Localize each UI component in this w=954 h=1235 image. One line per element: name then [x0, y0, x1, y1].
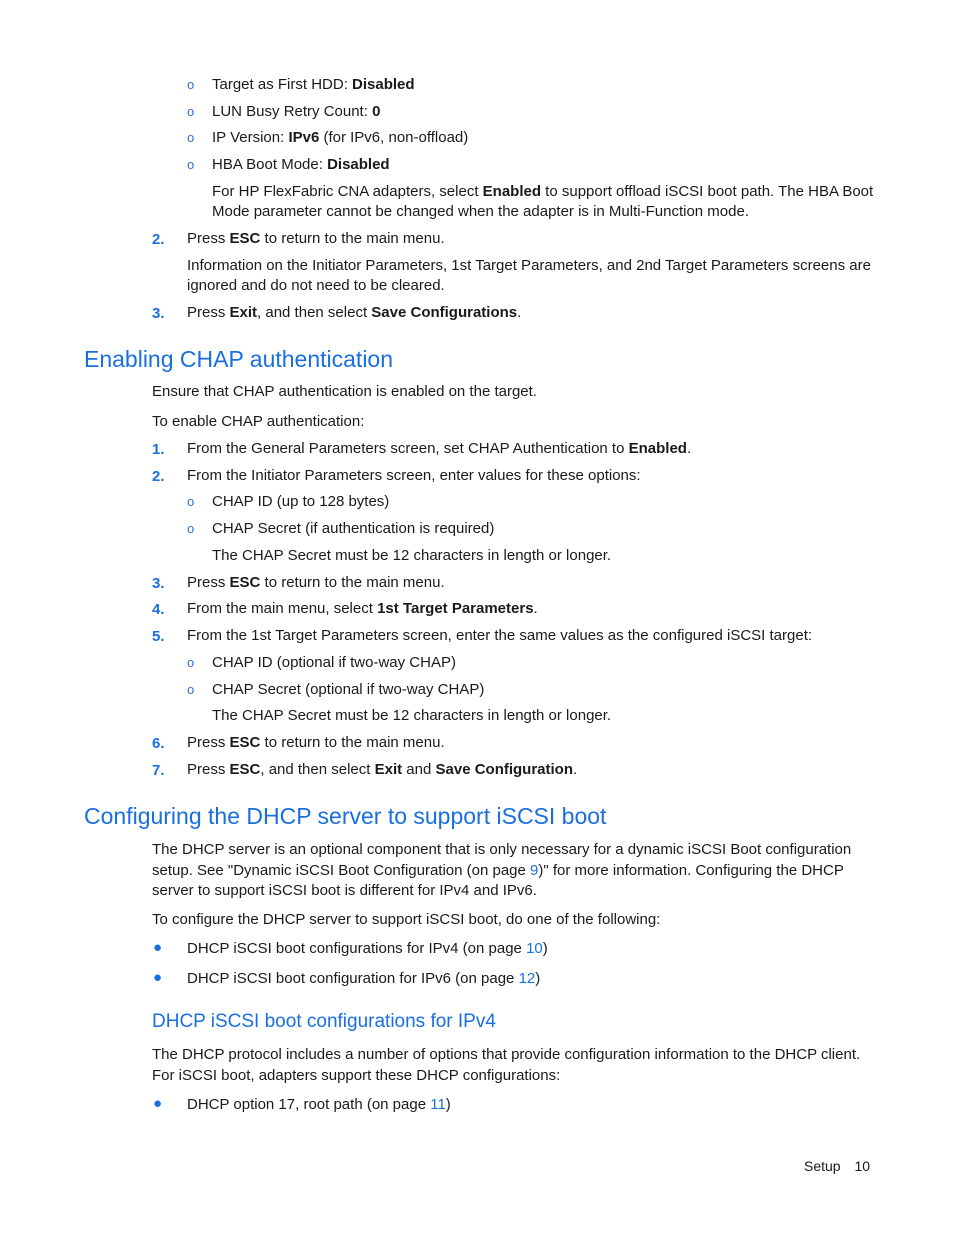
bullet-text: DHCP iSCSI boot configuration for IPv6 (… [187, 970, 519, 987]
bullet-text: ) [535, 970, 541, 987]
step-text: From the main menu, select [187, 600, 378, 617]
step-text: From the General Parameters screen, set … [187, 440, 629, 457]
page-footer: Setup 10 [804, 1158, 870, 1174]
step-bold: ESC [229, 734, 261, 751]
bullet-dot-icon: ● [153, 939, 163, 956]
note-text: Mode parameter cannot be changed when th… [212, 203, 749, 220]
item-label: LUN Busy Retry Count: [212, 103, 373, 120]
step-number: 6. [152, 735, 165, 752]
note-text: Information on the Initiator Parameters,… [187, 257, 871, 274]
sub-text: CHAP ID (optional if two-way CHAP) [212, 654, 456, 671]
step-text: From the Initiator Parameters screen, en… [187, 467, 641, 484]
step-text: , and then select [257, 304, 372, 321]
circle-bullet-icon: o [187, 521, 195, 536]
note-bold: Enabled [482, 183, 542, 200]
paragraph: To configure the DHCP server to support … [152, 911, 661, 928]
step-text: to return to the main menu. [260, 230, 445, 247]
note-text: For HP FlexFabric CNA adapters, select [212, 183, 483, 200]
dhcp-paragraph: The DHCP server is an optional component… [152, 840, 872, 902]
circle-bullet-icon: o [187, 77, 195, 92]
bullet-dot-icon: ● [153, 969, 163, 986]
step-bold: 1st Target Parameters [377, 600, 534, 617]
note-text: ignored and do not need to be cleared. [187, 277, 445, 294]
item-value: IPv6 [288, 129, 320, 146]
secret-note: The CHAP Secret must be 12 characters in… [212, 707, 612, 724]
page-number: 10 [854, 1158, 871, 1174]
paragraph: Ensure that CHAP authentication is enabl… [152, 383, 537, 400]
sub-text: CHAP Secret (optional if two-way CHAP) [212, 681, 485, 698]
circle-bullet-icon: o [187, 682, 195, 697]
note-text: to support offload iSCSI boot path. The … [541, 183, 874, 200]
circle-bullet-icon: o [187, 130, 195, 145]
page-link[interactable]: 12 [519, 970, 536, 987]
circle-bullet-icon: o [187, 494, 195, 509]
step-text: to return to the main menu. [260, 734, 445, 751]
item-label: Target as First HDD: [212, 76, 353, 93]
circle-bullet-icon: o [187, 655, 195, 670]
section-heading-chap: Enabling CHAP authentication [84, 346, 394, 372]
step-text: to return to the main menu. [260, 574, 445, 591]
step-bold: ESC [229, 574, 261, 591]
step-number: 3. [152, 305, 165, 322]
step-number: 1. [152, 441, 165, 458]
footer-section: Setup [804, 1158, 841, 1174]
paragraph: To enable CHAP authentication: [152, 413, 365, 430]
subsection-heading-ipv4: DHCP iSCSI boot configurations for IPv4 [152, 1011, 496, 1032]
step-bold: ESC [229, 230, 261, 247]
step-text: . [517, 304, 522, 321]
step-number: 5. [152, 628, 165, 645]
step-text: Press [187, 734, 230, 751]
item-value: 0 [372, 103, 381, 120]
step-text: Press [187, 304, 230, 321]
step-bold: Enabled [628, 440, 687, 457]
step-text: Press [187, 761, 230, 778]
item-label: IP Version: [212, 129, 289, 146]
step-bold: Exit [229, 304, 258, 321]
step-bold: Save Configurations [371, 304, 518, 321]
circle-bullet-icon: o [187, 104, 195, 119]
bullet-text: ) [542, 940, 548, 957]
secret-note: The CHAP Secret must be 12 characters in… [212, 547, 612, 564]
item-value: Disabled [352, 76, 415, 93]
bullet-text: DHCP option 17, root path (on page [187, 1096, 431, 1113]
step-text: . [533, 600, 538, 617]
item-label: HBA Boot Mode: [212, 156, 328, 173]
step-text: Press [187, 574, 230, 591]
section-heading-dhcp: Configuring the DHCP server to support i… [84, 803, 607, 829]
bullet-text: ) [445, 1096, 451, 1113]
step-text: From the 1st Target Parameters screen, e… [187, 627, 813, 644]
step-number: 3. [152, 575, 165, 592]
step-bold: ESC [229, 761, 261, 778]
page-link[interactable]: 10 [526, 940, 543, 957]
sub-text: CHAP Secret (if authentication is requir… [212, 520, 495, 537]
item-value: Disabled [327, 156, 390, 173]
bullet-text: DHCP iSCSI boot configurations for IPv4 … [187, 940, 527, 957]
step-bold: Exit [374, 761, 403, 778]
bullet-dot-icon: ● [153, 1095, 163, 1112]
ipv4-paragraph: The DHCP protocol includes a number of o… [152, 1046, 861, 1084]
step-bold: Save Configuration [435, 761, 574, 778]
step-text: , and then select [260, 761, 375, 778]
item-suffix: (for IPv6, non-offload) [319, 129, 469, 146]
step-number: 2. [152, 468, 165, 485]
circle-bullet-icon: o [187, 157, 195, 172]
step-text: . [686, 440, 692, 457]
step-text: . [573, 761, 578, 778]
step-number: 7. [152, 762, 165, 779]
step-text: Press [187, 230, 230, 247]
step-number: 4. [152, 601, 165, 618]
step-text: and [402, 761, 436, 778]
page-link[interactable]: 11 [430, 1096, 446, 1113]
step-number: 2. [152, 231, 165, 248]
sub-text: CHAP ID (up to 128 bytes) [212, 493, 390, 510]
